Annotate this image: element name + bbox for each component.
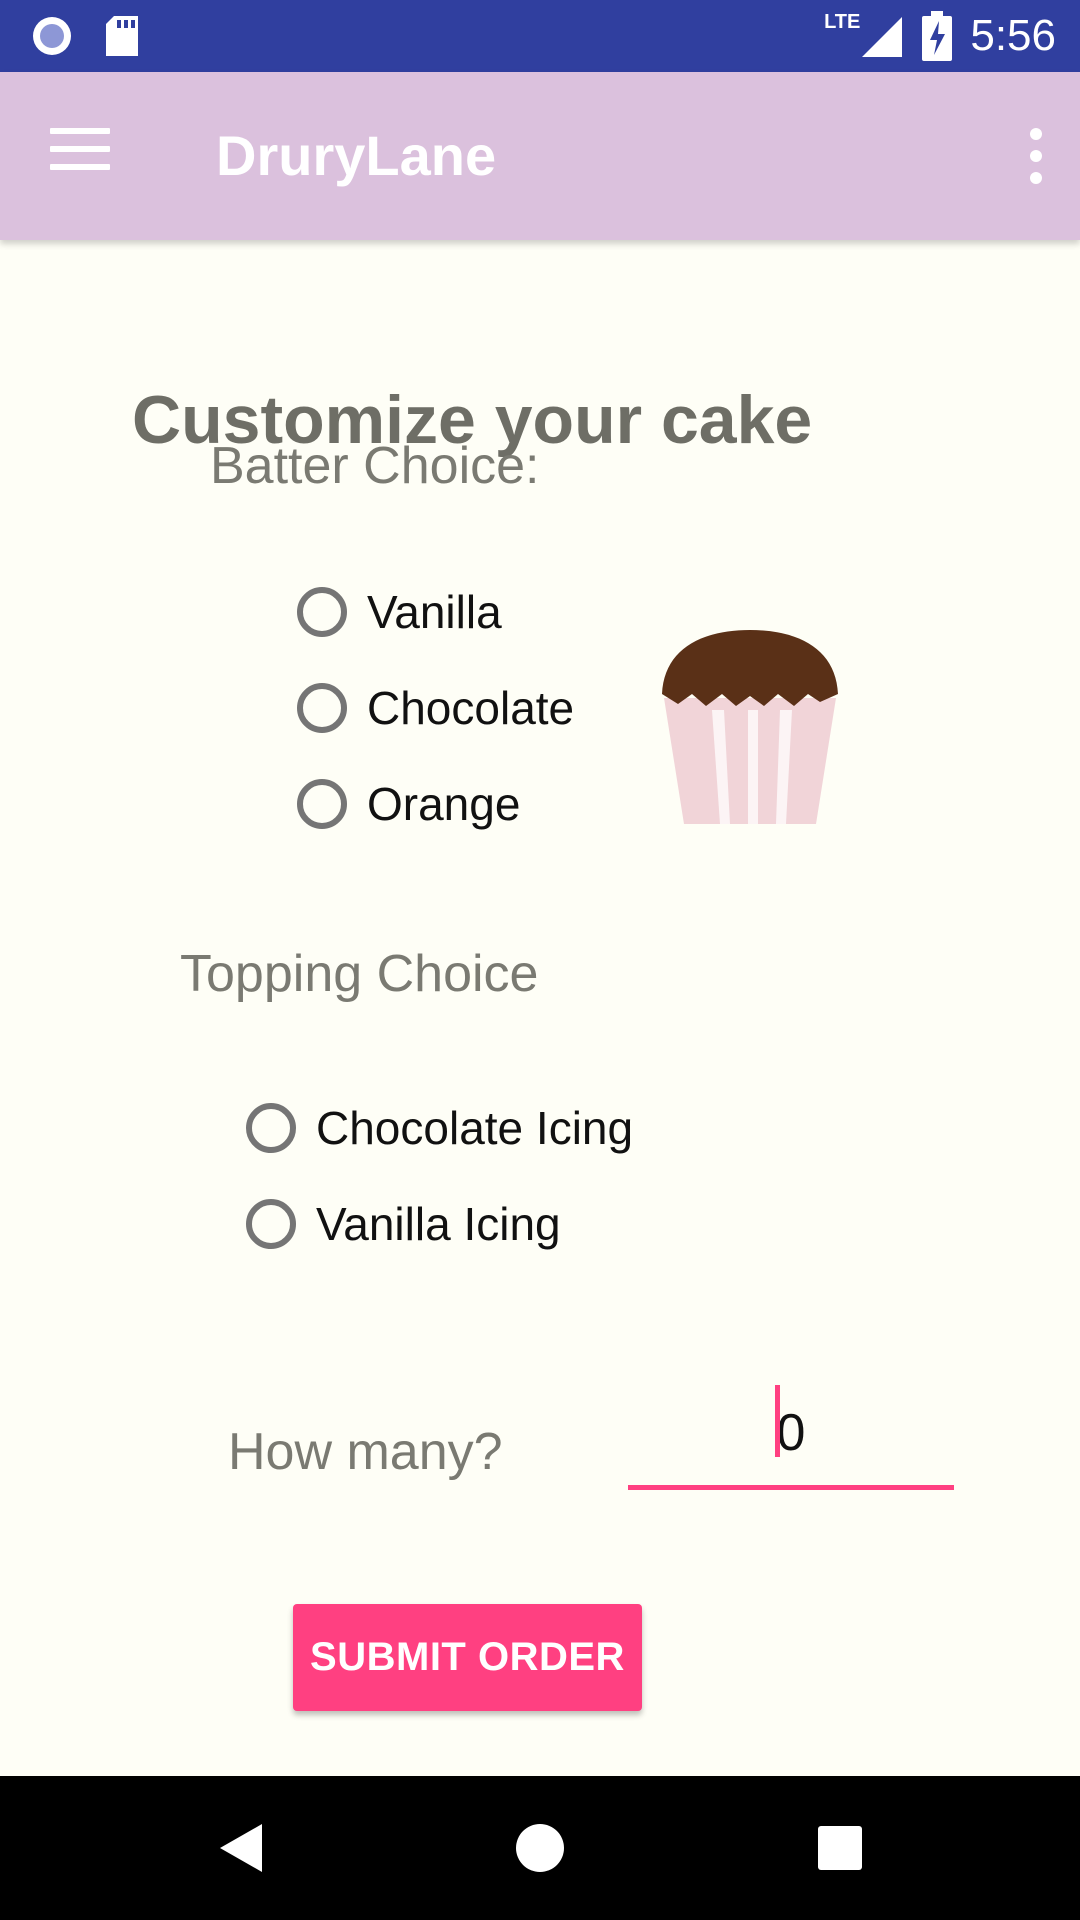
status-bar-left xyxy=(30,14,140,58)
radio-button[interactable] xyxy=(297,683,347,733)
battery-charging-icon xyxy=(922,11,953,61)
status-bar: LTE 5:56 xyxy=(0,0,1080,72)
menu-line xyxy=(50,164,110,170)
radio-chocolate[interactable]: Chocolate xyxy=(297,668,574,748)
radio-orange[interactable]: Orange xyxy=(297,764,520,844)
overflow-dot xyxy=(1030,128,1042,140)
signal-icon xyxy=(862,17,903,57)
home-icon[interactable] xyxy=(460,1776,620,1920)
network-type: LTE xyxy=(824,10,861,33)
radio-label: Chocolate xyxy=(367,682,575,734)
quantity-input[interactable] xyxy=(628,1380,954,1490)
radio-button[interactable] xyxy=(297,779,347,829)
text-cursor xyxy=(775,1385,780,1457)
sd-card-icon xyxy=(106,16,138,56)
navigation-bar xyxy=(0,1776,1080,1920)
radio-button[interactable] xyxy=(297,587,347,637)
menu-line xyxy=(50,146,110,152)
cupcake-image xyxy=(662,630,838,824)
app-title: DruryLane xyxy=(216,124,497,187)
home-circle xyxy=(516,1824,564,1872)
overflow-dot xyxy=(1030,172,1042,184)
radio-label: Vanilla xyxy=(367,586,502,638)
menu-line xyxy=(50,128,110,134)
status-bar-right: LTE 5:56 xyxy=(824,10,1056,62)
hamburger-menu-icon[interactable] xyxy=(50,128,110,176)
radio-icon xyxy=(33,17,71,55)
submit-order-button[interactable]: SUBMIT ORDER xyxy=(293,1604,642,1711)
back-icon[interactable] xyxy=(160,1776,320,1920)
recents-square xyxy=(818,1826,862,1870)
radio-label: Vanilla Icing xyxy=(316,1198,561,1250)
radio-button[interactable] xyxy=(246,1199,296,1249)
radio-chocolate-icing[interactable]: Chocolate Icing xyxy=(246,1088,633,1168)
radio-vanilla-icing[interactable]: Vanilla Icing xyxy=(246,1184,561,1264)
back-triangle xyxy=(220,1824,262,1872)
quantity-label: How many? xyxy=(228,1423,503,1481)
recents-icon[interactable] xyxy=(760,1776,920,1920)
app-bar: DruryLane xyxy=(0,72,1080,240)
overflow-dot xyxy=(1030,150,1042,162)
radio-vanilla[interactable]: Vanilla xyxy=(297,572,502,652)
radio-label: Chocolate Icing xyxy=(316,1102,634,1154)
topping-choice-label: Topping Choice xyxy=(180,945,539,1003)
radio-label: Orange xyxy=(367,778,521,830)
batter-choice-label: Batter Choice: xyxy=(210,437,540,495)
radio-button[interactable] xyxy=(246,1103,296,1153)
overflow-menu-icon[interactable] xyxy=(1016,128,1056,184)
clock: 5:56 xyxy=(970,11,1056,60)
